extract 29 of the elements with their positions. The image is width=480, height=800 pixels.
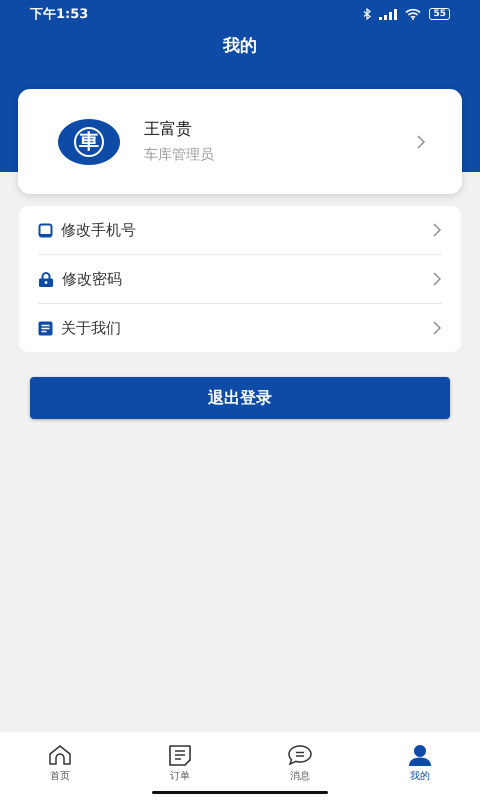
document-icon: [168, 744, 192, 766]
tab-label[interactable]: 消息: [290, 769, 310, 783]
menu-item[interactable]: 修改密码: [62, 270, 424, 288]
tab-label[interactable]: 首页: [50, 769, 70, 783]
menu-item[interactable]: 修改手机号: [61, 220, 424, 240]
user-name: 王富贵: [144, 119, 193, 140]
chevron-right-icon: [432, 222, 442, 238]
status-time: 下午1:53: [30, 6, 88, 23]
page-title: 我的: [222, 35, 258, 58]
signal-icon: [379, 8, 398, 20]
tablet-icon: [38, 222, 53, 238]
user-role: 车库管理员: [144, 146, 215, 164]
lock-icon: [38, 272, 54, 286]
chevron-right-icon: [416, 134, 426, 150]
document-icon: [38, 320, 53, 336]
wifi-icon: [405, 8, 422, 20]
tab-label[interactable]: 我的: [410, 769, 430, 783]
profile-card[interactable]: 車 王富贵 车库管理员: [18, 89, 462, 194]
home-icon: [48, 744, 72, 766]
chevron-right-icon: [432, 271, 442, 287]
menu-item[interactable]: 关于我们: [61, 318, 424, 338]
company-logo: 車: [58, 118, 120, 164]
bluetooth-icon: [363, 8, 372, 20]
chat-bubble-icon: [287, 744, 313, 766]
battery-indicator: 55: [429, 8, 450, 20]
person-icon: [407, 744, 433, 766]
logout-button[interactable]: 退出登录: [30, 377, 450, 419]
tab-label[interactable]: 订单: [170, 769, 190, 783]
chevron-right-icon: [432, 320, 442, 336]
